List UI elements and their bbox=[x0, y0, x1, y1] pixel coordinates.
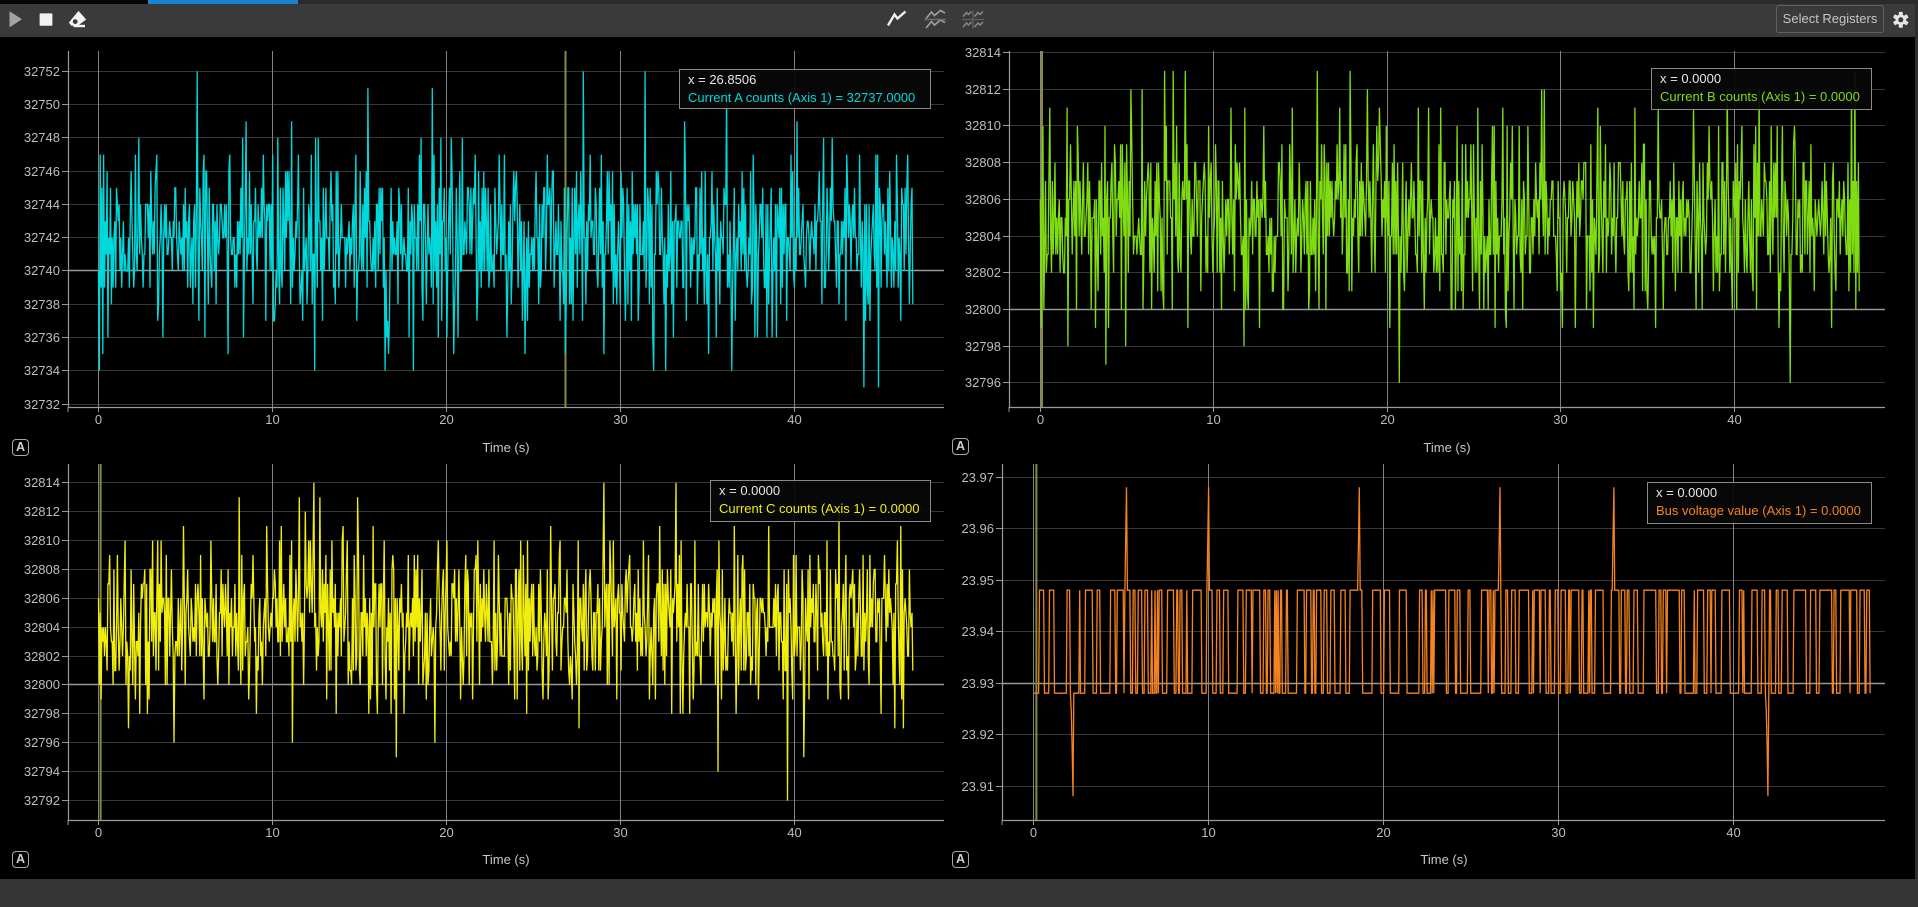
svg-text:32740: 32740 bbox=[24, 263, 60, 278]
svg-text:32752: 32752 bbox=[24, 64, 60, 79]
svg-text:0: 0 bbox=[1037, 412, 1044, 427]
svg-text:32796: 32796 bbox=[24, 735, 60, 750]
svg-text:32734: 32734 bbox=[24, 363, 60, 378]
svg-text:40: 40 bbox=[787, 412, 801, 427]
svg-text:0: 0 bbox=[95, 825, 102, 840]
svg-text:40: 40 bbox=[1727, 412, 1741, 427]
svg-text:20: 20 bbox=[439, 825, 453, 840]
svg-text:32794: 32794 bbox=[24, 764, 60, 779]
svg-text:30: 30 bbox=[1553, 412, 1567, 427]
svg-text:32808: 32808 bbox=[24, 562, 60, 577]
svg-text:32800: 32800 bbox=[24, 677, 60, 692]
svg-text:10: 10 bbox=[1201, 825, 1215, 840]
svg-text:32750: 32750 bbox=[24, 97, 60, 112]
svg-text:32802: 32802 bbox=[965, 265, 1001, 280]
svg-text:32804: 32804 bbox=[965, 229, 1001, 244]
svg-text:10: 10 bbox=[265, 825, 279, 840]
svg-text:23.97: 23.97 bbox=[961, 470, 994, 485]
svg-text:23.96: 23.96 bbox=[961, 521, 994, 536]
svg-text:32810: 32810 bbox=[24, 533, 60, 548]
svg-text:32812: 32812 bbox=[965, 82, 1001, 97]
svg-text:32736: 32736 bbox=[24, 330, 60, 345]
svg-text:Time (s): Time (s) bbox=[1423, 440, 1470, 455]
svg-text:23.93: 23.93 bbox=[961, 676, 994, 691]
svg-text:20: 20 bbox=[1380, 412, 1394, 427]
svg-text:0: 0 bbox=[95, 412, 102, 427]
svg-text:20: 20 bbox=[1376, 825, 1390, 840]
svg-text:10: 10 bbox=[1206, 412, 1220, 427]
svg-text:32748: 32748 bbox=[24, 130, 60, 145]
svg-text:23.94: 23.94 bbox=[961, 624, 994, 639]
svg-text:32802: 32802 bbox=[24, 649, 60, 664]
svg-text:30: 30 bbox=[1551, 825, 1565, 840]
svg-text:30: 30 bbox=[613, 412, 627, 427]
svg-text:32806: 32806 bbox=[965, 192, 1001, 207]
svg-text:32808: 32808 bbox=[965, 155, 1001, 170]
svg-text:23.92: 23.92 bbox=[961, 727, 994, 742]
svg-text:32732: 32732 bbox=[24, 397, 60, 412]
svg-text:32738: 32738 bbox=[24, 297, 60, 312]
svg-text:32814: 32814 bbox=[965, 45, 1001, 60]
svg-text:32796: 32796 bbox=[965, 375, 1001, 390]
svg-text:40: 40 bbox=[1726, 825, 1740, 840]
svg-text:Time (s): Time (s) bbox=[482, 852, 529, 867]
svg-text:10: 10 bbox=[265, 412, 279, 427]
svg-text:32798: 32798 bbox=[965, 339, 1001, 354]
svg-text:32810: 32810 bbox=[965, 118, 1001, 133]
svg-text:23.95: 23.95 bbox=[961, 573, 994, 588]
svg-text:20: 20 bbox=[439, 412, 453, 427]
svg-text:23.91: 23.91 bbox=[961, 779, 994, 794]
svg-text:32806: 32806 bbox=[24, 591, 60, 606]
svg-text:0: 0 bbox=[1030, 825, 1037, 840]
svg-text:32792: 32792 bbox=[24, 793, 60, 808]
svg-text:32798: 32798 bbox=[24, 706, 60, 721]
svg-text:Time (s): Time (s) bbox=[482, 440, 529, 455]
svg-text:32800: 32800 bbox=[965, 302, 1001, 317]
svg-text:32814: 32814 bbox=[24, 475, 60, 490]
svg-text:32746: 32746 bbox=[24, 164, 60, 179]
svg-text:32804: 32804 bbox=[24, 620, 60, 635]
svg-text:32812: 32812 bbox=[24, 504, 60, 519]
svg-text:40: 40 bbox=[787, 825, 801, 840]
svg-text:30: 30 bbox=[613, 825, 627, 840]
svg-text:32744: 32744 bbox=[24, 197, 60, 212]
svg-text:32742: 32742 bbox=[24, 230, 60, 245]
svg-text:Time (s): Time (s) bbox=[1420, 852, 1467, 867]
